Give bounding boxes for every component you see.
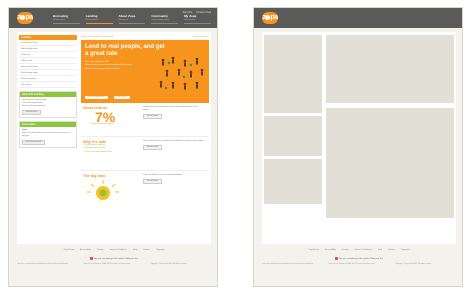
footer-link[interactable]: Help xyxy=(378,246,382,254)
flag-icon xyxy=(90,256,94,260)
hero-bullets: It's easy to lend from £10 You only lend… xyxy=(85,61,149,71)
safety-description: Zopa is safe because we credit-check all… xyxy=(143,140,205,150)
safety-text: Zopa is safe because we credit-check all… xyxy=(143,140,204,142)
idea-text: Zopa's the world's first social lending … xyxy=(143,174,183,176)
footer-link[interactable]: Terms & Conditions xyxy=(354,246,371,254)
page-mockup: z pa Sign Out Contact Zopa Borrowing Getti… xyxy=(8,7,218,287)
returns-rate: 7% xyxy=(95,109,116,125)
fine-print-column: Copyright © Zopa Limited 2007. All right… xyxy=(395,264,432,265)
idea-section: The big idea Zopa's the world's first so… xyxy=(81,171,209,205)
footer-note-text[interactable]: Are you considering all the options? Add… xyxy=(94,258,138,260)
footer-note-text[interactable]: Are you considering all the options? Add… xyxy=(339,258,383,260)
idea-more-button[interactable]: Find out more xyxy=(143,179,163,184)
logo-dot-icon xyxy=(20,14,26,20)
sun-coin-illustration xyxy=(87,180,119,200)
wireframe-content xyxy=(262,32,456,244)
wireframe-sidebar-block xyxy=(264,35,322,113)
wireframe-main-block xyxy=(326,108,454,218)
help-box: Help with Lending Download our free guid… xyxy=(19,91,77,118)
footer-link[interactable]: Privacy xyxy=(97,246,104,254)
footer-link[interactable]: Copyright xyxy=(156,246,165,254)
footer-link[interactable]: Accessibility xyxy=(325,246,336,254)
footer-link[interactable]: Zopa Home xyxy=(309,246,319,254)
main-column: Hello, would you like to start lending? … xyxy=(81,35,209,205)
wireframe-mockup: z pa Zopa Home Accessibility Privacy Term… xyxy=(253,7,463,287)
logo-dot-icon xyxy=(265,14,271,20)
zopa-logo[interactable]: z pa xyxy=(262,12,278,24)
footer-link[interactable]: Accessibility xyxy=(80,246,91,254)
fine-print-column: Zopa Ltd is authorised and regulated by … xyxy=(17,264,69,265)
nav-borrowing[interactable]: Borrowing Getting started xyxy=(53,14,80,24)
returns-panel: Great returns 7% Average rate across all… xyxy=(83,106,137,126)
nav-about[interactable]: About Zopa Who we are xyxy=(118,14,146,24)
returns-more-button[interactable]: Find out more xyxy=(143,114,163,119)
safety-more-button[interactable]: Find out more xyxy=(143,145,163,150)
hero-title: Lend to real people, and get a great rat… xyxy=(85,44,165,57)
wireframe-sidebar-block xyxy=(264,159,322,204)
sidebar: Lending Lend Money Now How lending works… xyxy=(19,35,77,148)
fine-print-column: Zopa Ltd is authorised and regulated by … xyxy=(262,264,314,265)
fine-print-column: Copyright © Zopa Limited 2007. All right… xyxy=(150,264,187,265)
check-text: Regulated by the FSA xyxy=(85,147,105,150)
site-header: z pa Sign Out Contact Zopa Borrowing Getti… xyxy=(9,8,217,28)
wireframe-sidebar-block xyxy=(264,116,322,156)
footer-nav: Zopa Home Accessibility Privacy Terms & … xyxy=(262,246,456,254)
flag-icon xyxy=(335,256,339,260)
safety-panel: Why it's safe ✓ All borrowers checked ✓ … xyxy=(83,140,137,154)
help-box-title: Help with Lending xyxy=(20,92,76,97)
start-lending-button[interactable]: Start lending today xyxy=(85,95,108,99)
quote-box-title: Good news... xyxy=(20,122,76,127)
returns-text: Lenders on Zopa earn attractive rates on… xyxy=(143,106,199,111)
footer-link[interactable]: Help xyxy=(133,246,137,254)
fine-print: Zopa Ltd is authorised and regulated by … xyxy=(17,264,211,286)
hero-buttons: Start lending today Learn more xyxy=(85,95,130,99)
wireframe-hero-block xyxy=(326,35,454,103)
people-crowd-illustration xyxy=(159,56,204,90)
help-line[interactable]: Read our common questions xyxy=(22,105,74,108)
nav-sub: Your account xyxy=(184,19,195,21)
fine-print-column: Zopa Ltd is a member of CIFAS, the UK's … xyxy=(83,264,131,265)
fine-print-column: Zopa Ltd is a member of CIFAS, the UK's … xyxy=(328,264,376,265)
quote-text: Zopa is one of the best places to lend m… xyxy=(22,132,71,137)
nav-lending[interactable]: Lending Getting started xyxy=(85,14,113,24)
footer-nav: Zopa Home Accessibility Privacy Terms & … xyxy=(17,246,211,254)
nav-sub: Getting started xyxy=(85,19,98,21)
check-text: All borrowers checked xyxy=(85,144,105,146)
learn-more-button[interactable]: Learn more xyxy=(113,95,130,99)
check-text: You're protected against fraud xyxy=(85,150,112,153)
sidebar-item-quote[interactable]: Get a quote xyxy=(19,82,77,88)
main-nav: Borrowing Getting started Lending Getting … xyxy=(53,14,211,24)
footer-link[interactable]: Privacy xyxy=(342,246,349,254)
nav-sub: Who we are xyxy=(118,19,129,21)
hero-banner: Lend to real people, and get a great rat… xyxy=(81,40,209,103)
footer-link[interactable]: Contact xyxy=(143,246,150,254)
footer-link[interactable]: Contact xyxy=(388,246,395,254)
read-article-button[interactable]: Read the full article xyxy=(22,140,46,145)
idea-description: Zopa's the world's first social lending … xyxy=(143,174,205,184)
wireframe-header: z pa xyxy=(254,8,462,28)
safety-section: Why it's safe ✓ All borrowers checked ✓ … xyxy=(81,137,209,171)
returns-description: Lenders on Zopa earn attractive rates on… xyxy=(143,106,205,119)
hero-bullet: Choose how long you want to lend for xyxy=(85,68,149,71)
idea-panel: The big idea xyxy=(83,174,137,201)
help-more-button[interactable]: Find out more xyxy=(22,110,42,115)
safety-check: ✓ You're protected against fraud xyxy=(83,151,137,154)
nav-community[interactable]: Community Forums, blogs, events xyxy=(151,14,179,24)
footer-note: Are you considering all the options? Add… xyxy=(17,256,211,262)
nav-my-zopa[interactable]: My Zopa Your account xyxy=(184,14,211,24)
footer-link[interactable]: Zopa Home xyxy=(64,246,74,254)
nav-sub: Forums, blogs, events xyxy=(151,19,170,21)
quote-box: Good news... Quote Zopa is one of the be… xyxy=(19,121,77,148)
returns-section: Great returns 7% Average rate across all… xyxy=(81,103,209,137)
footer-note: Are you considering all the options? Add… xyxy=(262,256,456,262)
nav-sub: Getting started xyxy=(53,19,65,21)
content-area: Lending Lend Money Now How lending works… xyxy=(17,32,211,244)
footer-link[interactable]: Terms & Conditions xyxy=(109,246,126,254)
footer-link[interactable]: Copyright xyxy=(401,246,410,254)
fine-print: Zopa Ltd is authorised and regulated by … xyxy=(262,264,456,286)
zopa-logo[interactable]: z pa xyxy=(17,12,33,24)
